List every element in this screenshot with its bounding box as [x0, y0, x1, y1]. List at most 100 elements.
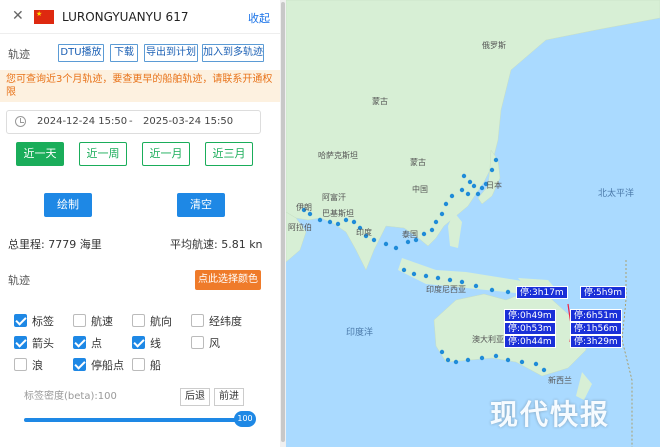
checkbox-option[interactable]: 风	[191, 335, 247, 351]
checkbox-label: 箭头	[32, 337, 54, 350]
checkbox-option[interactable]: 经纬度	[191, 313, 247, 329]
unchecked-box-icon[interactable]	[191, 314, 204, 327]
stop-label[interactable]: 停:0h49m	[504, 309, 556, 322]
track-point[interactable]	[473, 283, 479, 289]
china-flag-icon: ★	[34, 10, 54, 24]
track-point[interactable]	[467, 179, 473, 185]
checkbox-option[interactable]: 箭头	[14, 335, 70, 351]
track-point[interactable]	[541, 367, 547, 373]
checked-box-icon[interactable]	[14, 314, 27, 327]
unchecked-box-icon[interactable]	[14, 358, 27, 371]
map-label-pacific: 北太平洋	[598, 189, 635, 199]
stop-label[interactable]: 停:3h29m	[570, 335, 622, 348]
stop-label[interactable]: 停:6h51m	[570, 309, 622, 322]
unchecked-box-icon[interactable]	[191, 336, 204, 349]
track-point[interactable]	[479, 185, 485, 191]
map-label-australia: 澳大利亚	[472, 335, 504, 344]
checked-box-icon[interactable]	[132, 336, 145, 349]
checkbox-option[interactable]: 船	[132, 357, 188, 373]
forward-button[interactable]: 前进	[214, 388, 244, 406]
dtu-play-button[interactable]: DTU播放	[58, 44, 104, 62]
track-point[interactable]	[465, 191, 471, 197]
checked-box-icon[interactable]	[73, 336, 86, 349]
track-point[interactable]	[489, 287, 495, 293]
track-point[interactable]	[459, 187, 465, 193]
track-point[interactable]	[489, 167, 495, 173]
collapse-link[interactable]: 收起	[248, 10, 270, 26]
checkbox-option[interactable]: 航速	[73, 313, 129, 329]
checkbox-option[interactable]: 浪	[14, 357, 70, 373]
track-point[interactable]	[465, 357, 471, 363]
track-point[interactable]	[519, 359, 525, 365]
track-point[interactable]	[471, 183, 477, 189]
map-base	[286, 0, 660, 447]
checked-box-icon[interactable]	[73, 358, 86, 371]
track-point[interactable]	[439, 349, 445, 355]
scrollbar-thumb[interactable]	[281, 2, 285, 442]
total-distance: 总里程: 7779 海里	[8, 238, 102, 251]
track-point[interactable]	[461, 173, 467, 179]
track-point[interactable]	[405, 239, 411, 245]
stop-label[interactable]: 停:3h17m	[516, 286, 568, 299]
date-range-picker[interactable]: 2024-12-24 15:50 - 2025-03-24 15:50	[6, 110, 261, 134]
track-point[interactable]	[447, 277, 453, 283]
track-point[interactable]	[351, 219, 357, 225]
stop-label[interactable]: 停:0h44m	[504, 335, 556, 348]
export-plan-button[interactable]: 导出到计划	[144, 44, 198, 62]
unchecked-box-icon[interactable]	[132, 358, 145, 371]
track-point[interactable]	[411, 271, 417, 277]
stop-label[interactable]: 停:0h53m	[504, 322, 556, 335]
track-point[interactable]	[335, 221, 341, 227]
track-point[interactable]	[433, 219, 439, 225]
unchecked-box-icon[interactable]	[73, 314, 86, 327]
start-date[interactable]: 2024-12-24 15:50	[37, 116, 127, 127]
checkbox-option[interactable]: 停船点	[73, 357, 129, 373]
add-multi-track-button[interactable]: 加入到多轨迹	[202, 44, 264, 62]
range-one-month-button[interactable]: 近一月	[142, 142, 190, 166]
track-point[interactable]	[449, 193, 455, 199]
unchecked-box-icon[interactable]	[132, 314, 145, 327]
track-point[interactable]	[429, 227, 435, 233]
track-point[interactable]	[445, 357, 451, 363]
stop-label[interactable]: 停:1h56m	[570, 322, 622, 335]
range-one-week-button[interactable]: 近一周	[79, 142, 127, 166]
back-button[interactable]: 后退	[180, 388, 210, 406]
track-point[interactable]	[327, 219, 333, 225]
map-view[interactable]: 蒙古 蒙古 中国 日本 哈萨克斯坦 阿富汗 巴基斯坦 伊朗 印度 阿拉伯 泰国 …	[286, 0, 660, 447]
track-point[interactable]	[493, 353, 499, 359]
track-point[interactable]	[383, 241, 389, 247]
download-button[interactable]: 下载	[110, 44, 138, 62]
checkbox-option[interactable]: 航向	[132, 313, 188, 329]
track-point[interactable]	[371, 237, 377, 243]
track-point[interactable]	[533, 361, 539, 367]
density-slider-track[interactable]	[24, 418, 246, 422]
range-three-month-button[interactable]: 近三月	[205, 142, 253, 166]
track-point[interactable]	[393, 245, 399, 251]
clear-button[interactable]: 清空	[177, 193, 225, 217]
checkbox-option[interactable]: 标签	[14, 313, 70, 329]
track-point[interactable]	[453, 359, 459, 365]
track-point[interactable]	[439, 211, 445, 217]
checkbox-option[interactable]: 线	[132, 335, 188, 351]
checkbox-label: 线	[150, 337, 161, 350]
pick-color-button[interactable]: 点此选择颜色	[195, 270, 261, 290]
track-point[interactable]	[401, 267, 407, 273]
checkbox-option[interactable]: 点	[73, 335, 129, 351]
density-slider-handle[interactable]: 100	[234, 411, 256, 427]
track-point[interactable]	[493, 157, 499, 163]
range-one-day-button[interactable]: 近一天	[16, 142, 64, 166]
track-point[interactable]	[443, 201, 449, 207]
track-point[interactable]	[475, 191, 481, 197]
track-point[interactable]	[505, 357, 511, 363]
track-point[interactable]	[505, 289, 511, 295]
draw-button[interactable]: 绘制	[44, 193, 92, 217]
track-point[interactable]	[421, 231, 427, 237]
checked-box-icon[interactable]	[14, 336, 27, 349]
map-label-indonesia: 印度尼西亚	[426, 285, 466, 294]
track-point[interactable]	[435, 275, 441, 281]
stop-label[interactable]: 停:5h9m	[580, 286, 626, 299]
track-point[interactable]	[423, 273, 429, 279]
track-point[interactable]	[479, 355, 485, 361]
close-icon[interactable]: ✕	[12, 9, 24, 23]
end-date[interactable]: 2025-03-24 15:50	[143, 116, 233, 127]
